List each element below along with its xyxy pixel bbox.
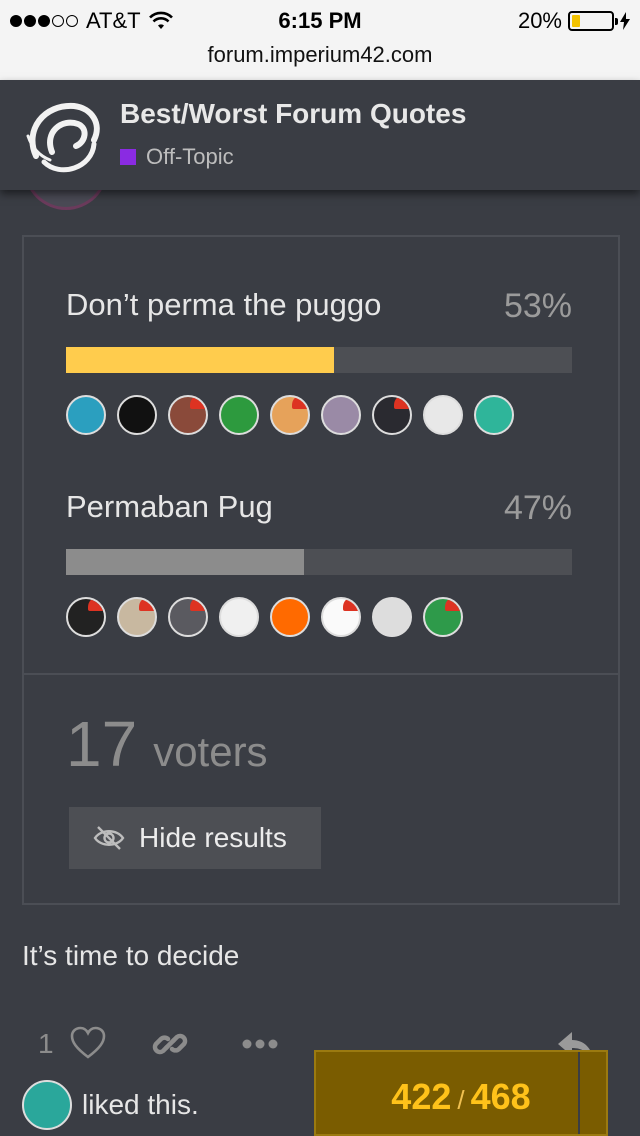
category-badge[interactable]: Off-Topic — [120, 144, 234, 170]
battery-percent: 20% — [517, 8, 562, 33]
topic-title[interactable]: Best/Worst Forum Quotes — [120, 98, 466, 130]
avatar[interactable] — [117, 597, 157, 637]
progress-separator: / — [457, 1085, 465, 1115]
poll-option-percent: 47% — [503, 489, 572, 527]
avatar[interactable] — [321, 395, 361, 435]
voter-avatars — [66, 395, 514, 435]
topic-header: Best/Worst Forum Quotes Off-Topic — [0, 80, 640, 190]
voters-number: 17 — [66, 708, 138, 780]
poll-option-label: Permaban Pug — [66, 489, 273, 524]
progress-total: 468 — [470, 1076, 531, 1117]
post-body-text: It’s time to decide — [22, 940, 240, 971]
avatar[interactable] — [321, 597, 361, 637]
avatar[interactable] — [22, 1080, 72, 1130]
eye-slash-icon — [93, 826, 125, 850]
avatar[interactable] — [372, 395, 412, 435]
avatar[interactable] — [474, 395, 514, 435]
poll: Don’t perma the puggo 53% Permaban Pug 4… — [22, 235, 620, 905]
topic-progress[interactable]: 422/468 — [314, 1050, 608, 1136]
poll-result-bar — [66, 549, 572, 575]
status-bar: AT&T 6:15 PM 20% forum.imperium42.com — [0, 0, 640, 80]
poll-result-bar-fill — [66, 347, 335, 373]
poll-option-label: Don’t perma the puggo — [66, 287, 382, 322]
avatar[interactable] — [270, 395, 310, 435]
like-count[interactable]: 1 — [38, 1028, 54, 1060]
avatar[interactable] — [66, 395, 106, 435]
hide-results-button[interactable]: Hide results — [69, 807, 321, 869]
avatar[interactable] — [423, 597, 463, 637]
site-logo-icon[interactable] — [22, 96, 106, 180]
divider — [24, 673, 618, 675]
progress-current: 422 — [391, 1076, 452, 1117]
category-name: Off-Topic — [146, 144, 234, 169]
poll-option-percent: 53% — [503, 287, 572, 325]
charging-bolt-icon — [620, 12, 630, 30]
liked-by: liked this. — [22, 1080, 199, 1130]
poll-option: Don’t perma the puggo 53% — [66, 287, 572, 435]
more-options-icon[interactable] — [242, 1038, 278, 1050]
avatar[interactable] — [168, 395, 208, 435]
liked-text: liked this. — [82, 1089, 199, 1120]
avatar[interactable] — [117, 395, 157, 435]
address-bar-url[interactable]: forum.imperium42.com — [0, 42, 640, 68]
avatar[interactable] — [66, 597, 106, 637]
hide-results-label: Hide results — [139, 822, 287, 853]
battery-status: 20% — [518, 8, 630, 34]
avatar[interactable] — [423, 395, 463, 435]
poll-result-bar-fill — [66, 549, 304, 575]
avatar[interactable] — [270, 597, 310, 637]
voters-label: voters — [153, 728, 268, 775]
battery-icon — [568, 11, 618, 31]
avatar[interactable] — [168, 597, 208, 637]
topic-progress-counter: 422/468 — [316, 1076, 606, 1118]
poll-option: Permaban Pug 47% — [66, 489, 572, 637]
avatar[interactable] — [372, 597, 412, 637]
poll-result-bar — [66, 347, 572, 373]
avatar[interactable] — [219, 597, 259, 637]
avatar[interactable] — [219, 395, 259, 435]
category-color-swatch — [120, 149, 136, 165]
voter-avatars — [66, 597, 463, 637]
link-icon[interactable] — [152, 1026, 188, 1062]
heart-icon[interactable] — [70, 1026, 106, 1060]
voters-count: 17 voters — [66, 707, 268, 781]
